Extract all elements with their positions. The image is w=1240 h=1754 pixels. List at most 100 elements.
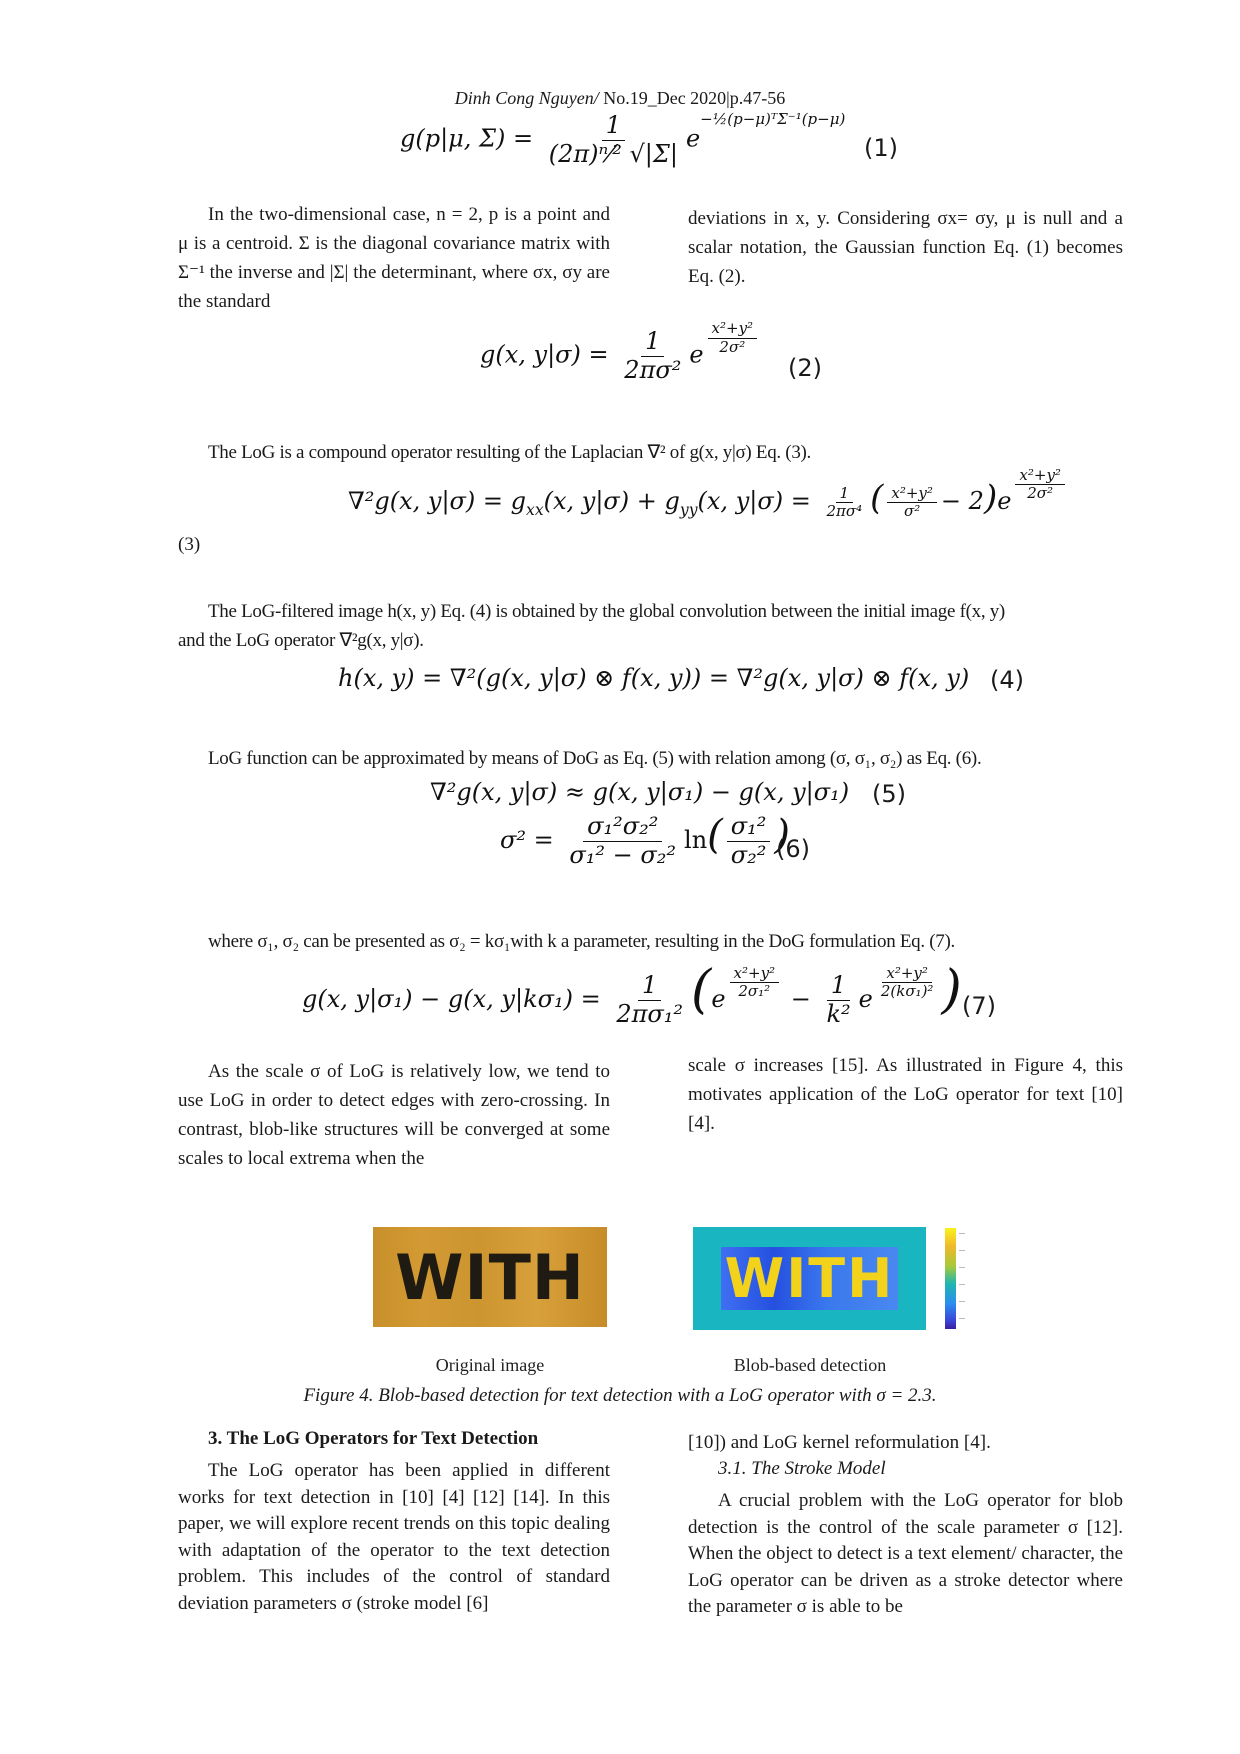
eq2-exponent: x²+y² 2σ²: [707, 320, 758, 356]
eq3-exponent: x²+y² 2σ²: [1015, 466, 1065, 503]
eq3-sub-xx: xx: [526, 500, 544, 519]
eq7-minus: −: [790, 985, 811, 1013]
eq3-mid2: (x, y|σ) =: [697, 487, 811, 515]
eq5-number: (5): [872, 780, 906, 808]
equation-4: h(x, y) = ∇²(g(x, y|σ) ⊗ f(x, y)) = ∇²g(…: [338, 664, 969, 692]
eq6-lhs: σ² =: [500, 826, 554, 854]
eq6-ln: ln: [684, 826, 708, 854]
header-author: Dinh Cong Nguyen/: [454, 88, 599, 108]
blob-image-word: WITH: [724, 1247, 895, 1310]
eq6-inner-fraction: σ₁² σ₂²: [726, 813, 771, 869]
eq2-numerator: 1: [641, 327, 665, 357]
eq3-paren-tail: − 2: [940, 487, 984, 515]
eq1-denominator: (2π)ⁿ⁄² √|Σ|: [548, 139, 678, 168]
eq2-denominator: 2πσ²: [624, 355, 682, 384]
eq3-paren-fraction: x²+y² σ²: [887, 484, 937, 521]
eq3-exp-den: 2σ²: [1027, 484, 1054, 502]
colorbar-tick: [959, 1318, 965, 1319]
eq3-fraction: 1 2πσ⁴: [822, 484, 866, 521]
eq2-fraction: 1 2πσ²: [620, 327, 685, 384]
eq3-lhs: ∇²g(x, y|σ) = g: [348, 487, 527, 515]
paragraph-2: The LoG is a compound operator resulting…: [208, 442, 812, 463]
eq6-number: (6): [776, 835, 810, 863]
eq7-base-2: e: [858, 985, 873, 1013]
paragraph-3-line-2: and the LoG operator ∇²g(x, y|σ).: [178, 630, 424, 651]
figure-original-image: WITH: [373, 1227, 607, 1327]
blob-response-region: WITH: [720, 1247, 899, 1310]
eq7-number: (7): [962, 992, 996, 1020]
eq6-inner-num: σ₁²: [726, 813, 771, 842]
eq6-denominator: σ₁² − σ₂²: [569, 841, 677, 869]
paragraph-3-line-1: The LoG-filtered image h(x, y) Eq. (4) i…: [208, 601, 1005, 622]
eq7-exp2-den: 2(kσ₁)²: [880, 982, 934, 1000]
eq7-exp2-num: x²+y²: [882, 964, 932, 983]
eq1-exponent: −½(p−μ)ᵀΣ⁻¹(p−μ): [700, 109, 846, 128]
figure-caption: Figure 4. Blob-based detection for text …: [303, 1385, 937, 1406]
eq3-mid1: (x, y|σ) + g: [543, 487, 680, 515]
eq7-lhs: g(x, y|σ₁) − g(x, y|kσ₁) =: [302, 985, 601, 1013]
paragraph-6-left: As the scale σ of LoG is relatively low,…: [178, 1061, 610, 1169]
eq2-lhs: g(x, y|σ) =: [480, 340, 609, 369]
colorbar-tick: [959, 1284, 965, 1285]
eq7-numerator: 1: [638, 972, 662, 1001]
paragraph-1-right: deviations in x, y. Considering σx= σy, …: [688, 208, 1123, 287]
equation-1: g(p|μ, Σ) = 1 (2π)ⁿ⁄² √|Σ| e−½(p−μ)ᵀΣ⁻¹(…: [400, 109, 846, 168]
colorbar-gradient: [945, 1228, 956, 1329]
eq1-number: (1): [864, 134, 898, 162]
equation-7: g(x, y|σ₁) − g(x, y|kσ₁) = 1 2πσ₁² (e x²…: [302, 960, 962, 1028]
eq2-number: (2): [788, 354, 822, 382]
figure-blob-image: WITH: [693, 1227, 926, 1330]
section-3-heading: 3. The LoG Operators for Text Detection: [208, 1428, 539, 1449]
equation-5: ∇²g(x, y|σ) ≈ g(x, y|σ₁) − g(x, y|σ₁): [430, 778, 849, 806]
eq3-base: e: [997, 487, 1012, 515]
eq6-numerator: σ₁²σ₂²: [583, 813, 663, 842]
eq1-fraction: 1 (2π)ⁿ⁄² √|Σ|: [545, 111, 682, 168]
eq5-body: ∇²g(x, y|σ) ≈ g(x, y|σ₁) − g(x, y|σ₁): [430, 778, 850, 806]
eq7-k-den: k²: [826, 1000, 851, 1028]
eq6-fraction: σ₁²σ₂² σ₁² − σ₂²: [565, 813, 680, 869]
eq7-exponent-1: x²+y² 2σ₁²: [729, 964, 780, 1001]
eq3-paren-den: σ²: [904, 502, 921, 520]
figure-original-label: Original image: [435, 1355, 545, 1375]
eq7-exponent-2: x²+y² 2(kσ₁)²: [877, 964, 938, 1001]
figure-blob-label: Blob-based detection: [733, 1355, 887, 1375]
eq2-exp-den: 2σ²: [719, 337, 746, 356]
figure-colorbar: [945, 1228, 967, 1329]
eq7-k-fraction: 1 k²: [822, 972, 854, 1028]
equation-6: σ² = σ₁²σ₂² σ₁² − σ₂² ln( σ₁² σ₂² ): [500, 812, 790, 869]
eq6-inner-den: σ₂²: [730, 841, 767, 869]
colorbar-tick: [959, 1233, 965, 1234]
eq7-k-num: 1: [826, 972, 851, 1001]
eq7-base-1: e: [711, 985, 726, 1013]
eq1-lhs: g(p|μ, Σ) =: [400, 124, 534, 153]
subsection-3-1-heading: 3.1. The Stroke Model: [718, 1458, 886, 1479]
eq7-exp1-den: 2σ₁²: [738, 982, 771, 1000]
equation-2: g(x, y|σ) = 1 2πσ² e x²+y² 2σ²: [480, 320, 761, 384]
eq4-number: (4): [990, 666, 1024, 694]
paragraph-6-right: scale σ increases [15]. As illustrated i…: [688, 1055, 1123, 1134]
paragraph-1-left: In the two-dimensional case, n = 2, p is…: [178, 204, 610, 312]
eq3-paren-num: x²+y²: [887, 484, 937, 503]
eq2-exp-num: x²+y²: [707, 320, 758, 339]
eq7-denominator: 2πσ₁²: [616, 1000, 684, 1028]
running-header: Dinh Cong Nguyen/ No.19_Dec 2020|p.47-56: [0, 88, 1240, 109]
eq2-base: e: [689, 340, 704, 369]
colorbar-tick: [959, 1250, 965, 1251]
header-journal: No.19_Dec 2020|p.47-56: [598, 88, 786, 108]
eq4-body: h(x, y) = ∇²(g(x, y|σ) ⊗ f(x, y)) = ∇²g(…: [338, 664, 970, 692]
eq7-exp1-num: x²+y²: [729, 964, 780, 983]
paragraph-5: where σ₁, σ₂ can be presented as σ₂ = kσ…: [208, 931, 955, 952]
section-3-left-text: The LoG operator has been applied in dif…: [178, 1460, 610, 1614]
original-image-word: WITH: [395, 1240, 585, 1314]
eq1-numerator: 1: [601, 111, 625, 141]
section-3-right-first: [10]) and LoG kernel reformulation [4].: [688, 1432, 991, 1453]
eq1-base: e: [685, 124, 701, 153]
eq7-fraction: 1 2πσ₁²: [612, 972, 687, 1028]
eq3-denominator: 2πσ⁴: [826, 502, 863, 520]
eq3-number: (3): [178, 534, 201, 555]
equation-3: ∇²g(x, y|σ) = gxx(x, y|σ) + gyy(x, y|σ) …: [348, 466, 1069, 521]
colorbar-tick: [959, 1301, 965, 1302]
paragraph-4: LoG function can be approximated by mean…: [208, 748, 982, 769]
eq3-sub-yy: yy: [679, 500, 698, 519]
eq3-exp-num: x²+y²: [1015, 466, 1065, 485]
